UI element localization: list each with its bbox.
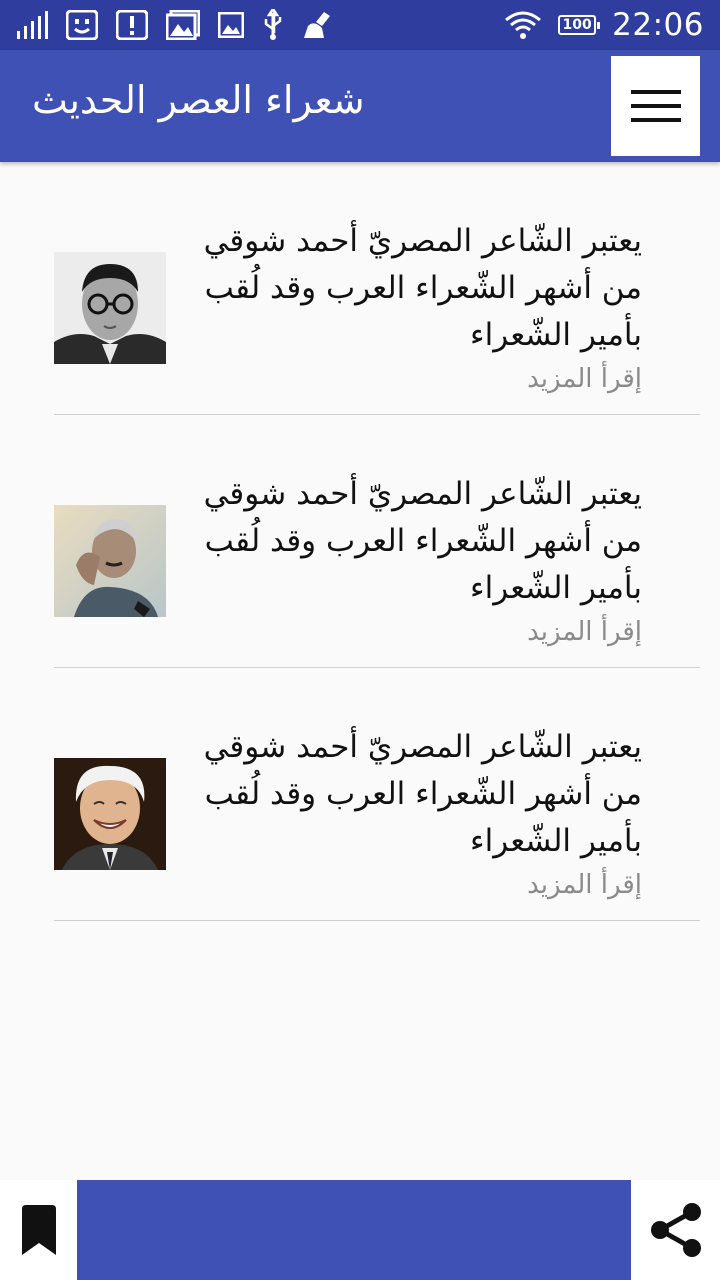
alert-icon — [116, 10, 148, 40]
usb-icon — [264, 9, 282, 40]
battery-level: 100 — [562, 17, 592, 33]
read-more-link[interactable]: إقرأ المزيد — [527, 364, 642, 394]
share-button[interactable] — [631, 1180, 720, 1280]
read-more-link[interactable]: إقرأ المزيد — [527, 870, 642, 900]
poets-list: يعتبر الشّاعر المصريّ أحمد شوقي من أشهر … — [0, 162, 720, 921]
wifi-icon — [505, 11, 542, 39]
poet-description: يعتبر الشّاعر المصريّ أحمد شوقي من أشهر … — [203, 476, 642, 606]
cleaner-icon — [304, 12, 330, 38]
poet-description: يعتبر الشّاعر المصريّ أحمد شوقي من أشهر … — [203, 729, 642, 859]
divider — [54, 920, 700, 921]
poet-card[interactable]: يعتبر الشّاعر المصريّ أحمد شوقي من أشهر … — [0, 668, 720, 921]
poet-photo[interactable] — [54, 758, 166, 870]
banner-area — [77, 1180, 631, 1280]
bottom-bar — [0, 1180, 720, 1280]
bookmark-button[interactable] — [0, 1180, 77, 1280]
share-icon — [650, 1203, 701, 1257]
read-more-link[interactable]: إقرأ المزيد — [527, 617, 642, 647]
app-bar: شعراء العصر الحديث — [0, 50, 720, 162]
gallery-icon — [166, 10, 200, 40]
face-notification-icon — [66, 10, 98, 40]
signal-icon — [17, 11, 48, 39]
poet-card[interactable]: يعتبر الشّاعر المصريّ أحمد شوقي من أشهر … — [0, 415, 720, 668]
app-title: شعراء العصر الحديث — [32, 78, 365, 122]
hamburger-menu-icon — [630, 90, 681, 122]
status-bar: 100 22:06 — [0, 0, 720, 50]
bookmark-icon — [21, 1205, 56, 1255]
poet-card[interactable]: يعتبر الشّاعر المصريّ أحمد شوقي من أشهر … — [0, 162, 720, 415]
poet-photo[interactable] — [54, 505, 166, 617]
menu-button[interactable] — [611, 56, 700, 156]
status-time: 22:06 — [612, 7, 704, 43]
poet-description: يعتبر الشّاعر المصريّ أحمد شوقي من أشهر … — [203, 223, 642, 353]
poet-photo[interactable] — [54, 252, 166, 364]
image-icon — [218, 12, 244, 38]
battery-icon: 100 — [558, 15, 601, 35]
